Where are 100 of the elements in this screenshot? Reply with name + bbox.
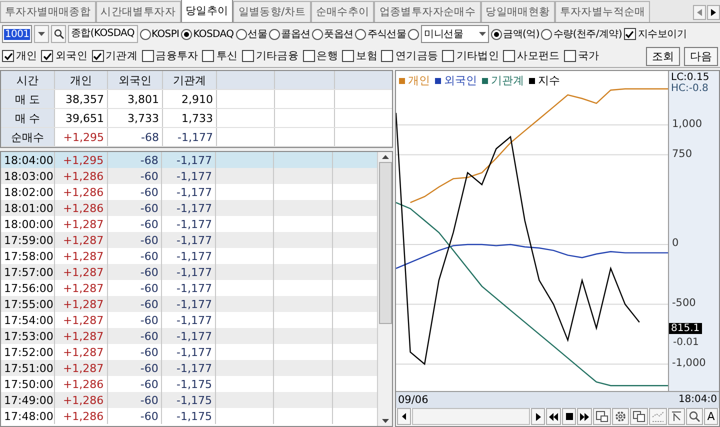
table-row[interactable]: 17:53:00 +1,287 -60 -1,177 xyxy=(1,328,377,344)
tab[interactable]: 투자자별매매종합 xyxy=(0,1,96,22)
overlap-windows-icon[interactable] xyxy=(630,408,648,426)
table-cell: +1,287 xyxy=(55,328,108,344)
table-cell: -1,177 xyxy=(162,296,216,312)
table-cell: -60 xyxy=(108,264,162,280)
scroll-left-button[interactable] xyxy=(397,408,411,426)
table-row[interactable]: 18:03:00 +1,286 -60 -1,177 xyxy=(1,168,377,184)
unit-radio[interactable]: 금액(억) xyxy=(491,27,540,41)
investor-checkbox[interactable]: 국가 xyxy=(564,49,600,63)
market-radio[interactable]: 콜옵션 xyxy=(269,27,310,41)
table-row[interactable]: 17:48:00 +1,286 -60 -1,175 xyxy=(1,408,377,424)
tab[interactable]: 일별동향/차트 xyxy=(233,1,311,22)
legend-label: 기관계 xyxy=(491,73,524,88)
search-button[interactable] xyxy=(51,25,66,43)
investor-checkbox[interactable]: 기타금융 xyxy=(242,49,299,63)
settings-icon[interactable] xyxy=(612,408,629,426)
table-cell: -1,177 xyxy=(162,360,216,376)
axis-label: -500 xyxy=(672,297,696,310)
show-index-checkbox[interactable]: 지수보이기 xyxy=(624,27,686,41)
table-cell: 39,651 xyxy=(55,109,108,127)
scrollbar[interactable] xyxy=(377,152,392,426)
market-select[interactable]: 미니선물 xyxy=(421,25,490,43)
tab[interactable]: 시간대별투자자 xyxy=(96,1,181,22)
stop-button[interactable] xyxy=(562,408,576,426)
table-cell: -1,177 xyxy=(162,328,216,344)
checkmark-icon xyxy=(4,52,12,60)
table-cell: 17:53:00 xyxy=(1,328,55,344)
column-header: 시간 xyxy=(1,71,55,89)
table-row[interactable]: 18:01:00 +1,286 -60 -1,177 xyxy=(1,200,377,216)
checkmark-icon xyxy=(625,30,634,38)
font-button[interactable]: A xyxy=(704,408,718,426)
tab[interactable]: 순매수추이 xyxy=(310,1,374,22)
tab[interactable]: 당일추이 xyxy=(180,0,234,22)
change-label: -0.01 xyxy=(673,337,699,348)
investor-checkbox[interactable]: 연기금등 xyxy=(381,49,438,63)
rewind-button[interactable] xyxy=(546,408,561,426)
action-button[interactable]: 조회 xyxy=(646,46,680,66)
market-radio[interactable]: KOSPI xyxy=(140,28,180,40)
fast-forward-button[interactable] xyxy=(577,408,592,426)
caret-left-icon xyxy=(697,9,702,16)
investor-checkbox[interactable]: 은행 xyxy=(302,49,338,63)
legend-label: 지수 xyxy=(538,73,560,88)
scrollbar[interactable] xyxy=(412,408,530,426)
axis-label: 0 xyxy=(672,237,679,250)
column-header: 기관계 xyxy=(163,71,217,89)
table-cell: 17:48:00 xyxy=(1,408,55,424)
investor-checkbox[interactable]: 보험 xyxy=(342,49,378,63)
table-cell: 17:49:00 xyxy=(1,392,55,408)
table-cell: -1,175 xyxy=(162,392,216,408)
fast-forward-icon xyxy=(580,412,589,421)
row-label: 매 도 xyxy=(1,90,55,108)
window-grid-icon[interactable] xyxy=(593,408,611,426)
scroll-down-icon[interactable] xyxy=(382,419,388,423)
investor-checkbox[interactable]: 기관계 xyxy=(92,49,138,63)
investor-checkbox[interactable]: 투신 xyxy=(202,49,238,63)
market-radio[interactable]: 주식선물 xyxy=(355,27,406,41)
investor-checkbox[interactable]: 금융투자 xyxy=(142,49,198,63)
investor-checkbox[interactable]: 사모펀드 xyxy=(503,49,560,63)
table-row[interactable]: 17:59:00 +1,287 -60 -1,177 xyxy=(1,232,377,248)
action-button[interactable]: 다음 xyxy=(684,46,718,66)
legend-label: 개인 xyxy=(408,73,430,88)
market-radio[interactable]: 선물 xyxy=(236,27,268,41)
table-cell: 3,733 xyxy=(108,109,163,127)
code-field[interactable]: 1001 xyxy=(2,25,32,43)
tab[interactable]: 투자자별누적순매 xyxy=(554,1,650,22)
tab[interactable]: 당일매매현황 xyxy=(480,1,555,22)
axis-label: -1,000 xyxy=(672,357,706,370)
investor-checkbox[interactable]: 개인 xyxy=(2,49,38,63)
table-row[interactable]: 17:49:00 +1,286 -60 -1,175 xyxy=(1,392,377,408)
table-cell: -60 xyxy=(108,232,162,248)
table-cell: +1,286 xyxy=(55,408,108,424)
table-row[interactable]: 17:55:00 +1,287 -60 -1,177 xyxy=(1,296,377,312)
scroll-thumb[interactable] xyxy=(378,162,392,324)
table-cell: -60 xyxy=(108,408,162,424)
investor-checkbox[interactable]: 외국인 xyxy=(41,49,88,63)
table-cell: +1,286 xyxy=(55,392,108,408)
scroll-up-icon[interactable] xyxy=(382,155,388,159)
table-cell: 17:57:00 xyxy=(1,264,55,280)
investor-checkbox[interactable]: 기타법인 xyxy=(442,49,500,63)
search-icon[interactable] xyxy=(686,408,703,426)
unit-radio[interactable]: 수량(천주/계약) xyxy=(541,27,622,41)
table-row[interactable]: 18:04:00 +1,295 -68 -1,177 xyxy=(1,152,377,168)
legend-label: 외국인 xyxy=(444,73,477,88)
table-cell: 2,910 xyxy=(163,90,217,108)
column-header: 개인 xyxy=(55,71,108,89)
table-cell: +1,287 xyxy=(55,296,108,312)
market-name-label: 종합(KOSDAQ xyxy=(68,25,138,43)
market-radio[interactable] xyxy=(408,28,420,40)
tab[interactable]: 업종별투자자순매수 xyxy=(374,1,481,22)
scroll-right-button[interactable] xyxy=(707,5,720,20)
table-cell: -60 xyxy=(108,296,162,312)
play-button[interactable] xyxy=(531,408,545,426)
table-cell: 17:59:00 xyxy=(1,232,55,248)
table-row[interactable]: 17:51:00 +1,287 -60 -1,177 xyxy=(1,360,377,376)
market-radio[interactable]: KOSDAQ xyxy=(181,28,234,40)
dropdown-button[interactable] xyxy=(34,25,49,43)
table-cell: -1,175 xyxy=(162,408,216,424)
market-radio[interactable]: 풋옵션 xyxy=(312,27,354,41)
table-row[interactable]: 17:57:00 +1,287 -60 -1,177 xyxy=(1,264,377,280)
